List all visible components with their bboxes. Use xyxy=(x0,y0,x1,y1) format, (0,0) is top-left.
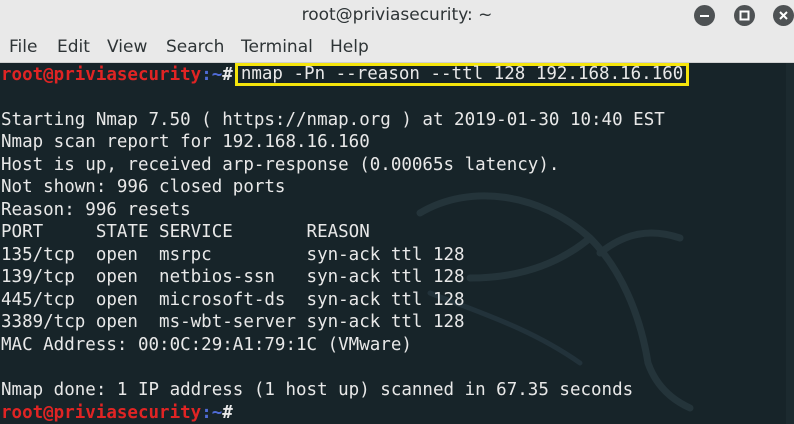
output-line: Not shown: 996 closed ports xyxy=(1,177,286,197)
prompt-user-host: root@priviasecurity xyxy=(1,403,202,423)
maximize-icon xyxy=(739,10,750,21)
menu-help[interactable]: Help xyxy=(330,30,369,62)
output-line: 445/tcp open microsoft-ds syn-ack ttl 12… xyxy=(1,290,465,310)
output-line: PORT STATE SERVICE REASON xyxy=(1,222,370,242)
output-line: 135/tcp open msrpc syn-ack ttl 128 xyxy=(1,245,465,265)
terminal-window: root@priviasecurity: ~ File Edit View Se… xyxy=(0,0,794,424)
output-line: Nmap done: 1 IP address (1 host up) scan… xyxy=(1,380,634,400)
close-icon xyxy=(779,11,788,20)
maximize-button[interactable] xyxy=(734,5,755,26)
output-line: Host is up, received arp-response (0.000… xyxy=(1,155,560,175)
highlighted-command: nmap -Pn --reason --ttl 128 192.168.16.1… xyxy=(234,63,690,86)
menu-bar: File Edit View Search Terminal Help xyxy=(0,30,794,63)
minimize-icon xyxy=(700,15,709,17)
output-line: 3389/tcp open ms-wbt-server syn-ack ttl … xyxy=(1,312,465,332)
output-line: 139/tcp open netbios-ssn syn-ack ttl 128 xyxy=(1,267,465,287)
prompt-path: :~ xyxy=(201,65,223,85)
prompt-line: root@priviasecurity:~# xyxy=(1,401,242,423)
close-button[interactable] xyxy=(773,5,794,26)
menu-terminal[interactable]: Terminal xyxy=(241,30,313,62)
menu-edit[interactable]: Edit xyxy=(57,30,90,62)
title-bar[interactable]: root@priviasecurity: ~ xyxy=(0,0,794,30)
prompt-path: :~ xyxy=(201,403,223,423)
prompt-symbol: # xyxy=(222,65,233,85)
menu-file[interactable]: File xyxy=(9,30,37,62)
window-title: root@priviasecurity: ~ xyxy=(301,5,493,25)
output-line: Starting Nmap 7.50 ( https://nmap.org ) … xyxy=(1,110,665,130)
prompt-symbol: # xyxy=(222,403,233,423)
text-cursor xyxy=(233,401,242,418)
terminal-output-area[interactable]: root@priviasecurity:~# nmap -Pn --reason … xyxy=(0,63,794,424)
command-line: root@priviasecurity:~# nmap -Pn --reason … xyxy=(1,63,690,86)
menu-search[interactable]: Search xyxy=(166,30,224,62)
output-line: MAC Address: 00:0C:29:A1:79:1C (VMware) xyxy=(1,335,412,355)
output-line: Reason: 996 resets xyxy=(1,200,191,220)
minimize-button[interactable] xyxy=(694,5,715,26)
terminal-scrollbar[interactable] xyxy=(786,63,794,424)
menu-view[interactable]: View xyxy=(107,30,147,62)
output-line: Nmap scan report for 192.168.16.160 xyxy=(1,132,370,152)
prompt-user-host: root@priviasecurity xyxy=(1,65,202,85)
